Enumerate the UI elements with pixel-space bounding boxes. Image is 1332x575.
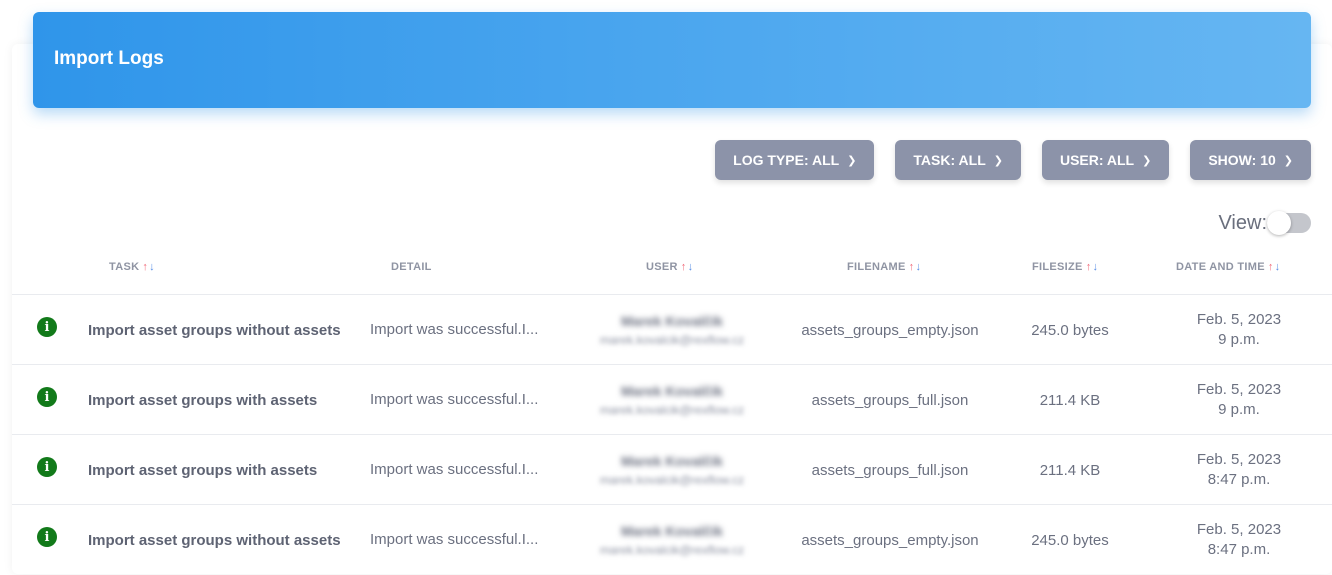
user-name: Marek Kovalčík bbox=[621, 313, 723, 329]
sort-up-icon[interactable]: ↑ bbox=[1086, 261, 1092, 273]
view-toggle-group: View: bbox=[1218, 210, 1311, 236]
sort-down-icon[interactable]: ↓ bbox=[1093, 261, 1099, 273]
filename-cell: assets_groups_empty.json bbox=[801, 321, 979, 339]
user-email: marek.kovalcik@rexflow.cz bbox=[599, 543, 745, 557]
sort-up-icon[interactable]: ↑ bbox=[909, 261, 915, 273]
user-email: marek.kovalcik@rexflow.cz bbox=[599, 473, 745, 487]
sort-down-icon[interactable]: ↓ bbox=[1275, 261, 1281, 273]
sort-down-icon[interactable]: ↓ bbox=[688, 261, 694, 273]
date-text: Feb. 5, 2023 bbox=[1196, 521, 1282, 538]
column-header-filename[interactable]: FILENAME ↑↓ bbox=[847, 261, 921, 273]
table-row[interactable]: i Import asset groups with assets Import… bbox=[12, 364, 1332, 434]
filename-cell: assets_groups_full.json bbox=[811, 391, 969, 409]
log-type-filter-label: LOG TYPE: ALL bbox=[733, 152, 840, 168]
info-icon-glyph: i bbox=[37, 387, 57, 407]
task-filter-label: TASK: ALL bbox=[913, 152, 986, 168]
sort-up-icon[interactable]: ↑ bbox=[142, 261, 148, 273]
filename-cell: assets_groups_empty.json bbox=[801, 531, 979, 549]
filesize-cell: 245.0 bytes bbox=[1031, 321, 1109, 339]
column-header-user[interactable]: USER ↑↓ bbox=[646, 261, 693, 273]
user-cell: Marek Kovalčík marek.kovalcik@rexflow.cz bbox=[574, 505, 770, 575]
show-count-button[interactable]: SHOW: 10 ❯ bbox=[1190, 140, 1311, 180]
log-type-filter-button[interactable]: LOG TYPE: ALL ❯ bbox=[715, 140, 875, 180]
column-header-detail: DETAIL bbox=[391, 261, 432, 273]
task-cell: Import asset groups with assets bbox=[88, 461, 318, 479]
detail-cell: Import was successful.I... bbox=[370, 531, 539, 548]
info-icon-glyph: i bbox=[37, 527, 57, 547]
datetime-cell: Feb. 5, 2023 9 p.m. bbox=[1158, 295, 1320, 365]
datetime-cell: Feb. 5, 2023 8:47 p.m. bbox=[1158, 435, 1320, 505]
date-text: Feb. 5, 2023 bbox=[1196, 451, 1282, 468]
user-name: Marek Kovalčík bbox=[621, 523, 723, 539]
table-row[interactable]: i Import asset groups without assets Imp… bbox=[12, 294, 1332, 364]
user-filter-button[interactable]: USER: ALL ❯ bbox=[1041, 140, 1170, 180]
time-text: 8:47 p.m. bbox=[1207, 541, 1271, 558]
chevron-down-icon: ❯ bbox=[993, 154, 1003, 167]
sort-up-icon[interactable]: ↑ bbox=[681, 261, 687, 273]
user-cell: Marek Kovalčík marek.kovalcik@rexflow.cz bbox=[574, 435, 770, 505]
chevron-down-icon: ❯ bbox=[847, 154, 857, 167]
info-icon-glyph: i bbox=[37, 457, 57, 477]
toggle-knob bbox=[1267, 211, 1291, 235]
filesize-cell: 211.4 KB bbox=[1039, 391, 1101, 409]
user-email: marek.kovalcik@rexflow.cz bbox=[599, 333, 745, 347]
info-icon-glyph: i bbox=[37, 317, 57, 337]
table-body: i Import asset groups without assets Imp… bbox=[12, 294, 1332, 574]
datetime-cell: Feb. 5, 2023 8:47 p.m. bbox=[1158, 505, 1320, 575]
task-cell: Import asset groups with assets bbox=[88, 391, 318, 409]
column-task-label: TASK bbox=[109, 261, 140, 273]
chevron-down-icon: ❯ bbox=[1142, 154, 1152, 167]
user-name: Marek Kovalčík bbox=[621, 453, 723, 469]
info-icon: i bbox=[36, 295, 58, 365]
task-filter-button[interactable]: TASK: ALL ❯ bbox=[895, 140, 1021, 180]
table-row[interactable]: i Import asset groups without assets Imp… bbox=[12, 504, 1332, 574]
user-cell: Marek Kovalčík marek.kovalcik@rexflow.cz bbox=[574, 365, 770, 435]
column-user-label: USER bbox=[646, 261, 678, 273]
table-row[interactable]: i Import asset groups with assets Import… bbox=[12, 434, 1332, 504]
sort-down-icon[interactable]: ↓ bbox=[149, 261, 155, 273]
column-filename-label: FILENAME bbox=[847, 261, 906, 273]
info-icon: i bbox=[36, 435, 58, 505]
detail-cell: Import was successful.I... bbox=[370, 461, 539, 478]
filesize-cell: 245.0 bytes bbox=[1031, 531, 1109, 549]
sort-down-icon[interactable]: ↓ bbox=[915, 261, 921, 273]
show-count-label: SHOW: 10 bbox=[1208, 152, 1276, 168]
date-text: Feb. 5, 2023 bbox=[1196, 311, 1282, 328]
view-label: View: bbox=[1218, 211, 1267, 234]
user-email: marek.kovalcik@rexflow.cz bbox=[599, 403, 745, 417]
page-header: Import Logs bbox=[33, 12, 1311, 108]
time-text: 8:47 p.m. bbox=[1207, 471, 1271, 488]
user-filter-label: USER: ALL bbox=[1059, 152, 1135, 168]
page-title: Import Logs bbox=[54, 48, 164, 69]
user-name: Marek Kovalčík bbox=[621, 383, 723, 399]
info-icon: i bbox=[36, 505, 58, 575]
column-header-task[interactable]: TASK ↑↓ bbox=[109, 261, 155, 273]
detail-cell: Import was successful.I... bbox=[370, 321, 539, 338]
filename-cell: assets_groups_full.json bbox=[811, 461, 969, 479]
info-icon: i bbox=[36, 365, 58, 435]
table-header: TASK ↑↓ DETAIL USER ↑↓ FILENAME ↑↓ FILESIZE… bbox=[12, 250, 1332, 294]
column-datetime-label: DATE AND TIME bbox=[1176, 261, 1265, 273]
date-text: Feb. 5, 2023 bbox=[1196, 381, 1282, 398]
filesize-cell: 211.4 KB bbox=[1039, 461, 1101, 479]
task-cell: Import asset groups without assets bbox=[88, 321, 341, 339]
filter-bar: LOG TYPE: ALL ❯ TASK: ALL ❯ USER: ALL ❯ … bbox=[715, 140, 1311, 180]
column-header-datetime[interactable]: DATE AND TIME ↑↓ bbox=[1176, 261, 1280, 273]
detail-cell: Import was successful.I... bbox=[370, 391, 539, 408]
chevron-down-icon: ❯ bbox=[1283, 154, 1293, 167]
sort-up-icon[interactable]: ↑ bbox=[1268, 261, 1274, 273]
column-filesize-label: FILESIZE bbox=[1032, 261, 1083, 273]
time-text: 9 p.m. bbox=[1218, 401, 1260, 418]
user-cell: Marek Kovalčík marek.kovalcik@rexflow.cz bbox=[574, 295, 770, 365]
datetime-cell: Feb. 5, 2023 9 p.m. bbox=[1158, 365, 1320, 435]
task-cell: Import asset groups without assets bbox=[88, 531, 341, 549]
column-header-filesize[interactable]: FILESIZE ↑↓ bbox=[1032, 261, 1098, 273]
time-text: 9 p.m. bbox=[1218, 331, 1260, 348]
column-detail-label: DETAIL bbox=[391, 261, 432, 273]
view-toggle-switch[interactable] bbox=[1267, 211, 1311, 235]
